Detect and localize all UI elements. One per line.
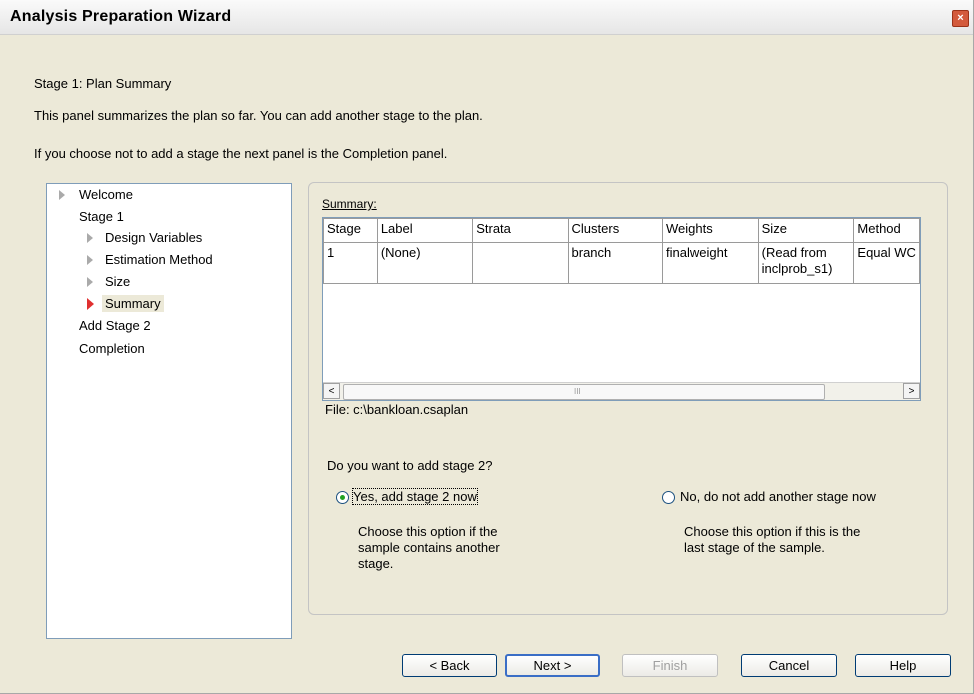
table-cell[interactable]: Equal WC — [853, 242, 920, 284]
table-cell[interactable]: (Read from inclprob_s1) — [757, 242, 855, 284]
nav-item-completion[interactable]: Completion — [79, 341, 145, 356]
nav-item-estimation-method[interactable]: Estimation Method — [105, 252, 213, 267]
nav-item-design-variables[interactable]: Design Variables — [105, 230, 202, 245]
back-button[interactable]: < Back — [402, 654, 497, 677]
add-stage-question: Do you want to add stage 2? — [327, 458, 493, 473]
table-row[interactable]: 1 (None) branch finalweight (Read from i… — [323, 242, 920, 284]
current-step-icon — [87, 298, 94, 310]
table-cell[interactable] — [472, 242, 569, 284]
cancel-button[interactable]: Cancel — [741, 654, 837, 677]
panel-note: If you choose not to add a stage the nex… — [34, 146, 448, 161]
column-header[interactable]: Size — [757, 218, 855, 243]
scroll-grip-icon: III — [574, 387, 581, 396]
column-header[interactable]: Label — [376, 218, 474, 243]
table-cell[interactable]: branch — [567, 242, 664, 284]
column-header[interactable]: Stage — [323, 218, 378, 243]
wizard-nav-tree: Welcome Stage 1 Design Variables Estimat… — [46, 183, 292, 639]
scroll-left-icon[interactable]: < — [323, 383, 340, 399]
column-header[interactable]: Clusters — [567, 218, 664, 243]
column-header[interactable]: Method — [853, 218, 920, 243]
table-header-row: Stage Label Strata Clusters Weights Size… — [323, 218, 920, 243]
yes-option-description: Choose this option if the sample contain… — [358, 524, 500, 571]
nav-item-summary[interactable]: Summary — [102, 295, 164, 312]
no-option-description: Choose this option if this is the last s… — [684, 524, 861, 555]
nav-item-stage-1[interactable]: Stage 1 — [79, 209, 124, 224]
next-button[interactable]: Next > — [505, 654, 600, 677]
yes-option-label[interactable]: Yes, add stage 2 now — [352, 488, 478, 505]
nav-item-welcome[interactable]: Welcome — [79, 187, 133, 202]
summary-label-text: Summary: — [322, 197, 377, 211]
nav-item-size[interactable]: Size — [105, 274, 130, 289]
finish-button[interactable]: Finish — [622, 654, 718, 677]
stage-title: Stage 1: Plan Summary — [34, 76, 172, 91]
title-bar[interactable]: Analysis Preparation Wizard × — [0, 0, 973, 35]
summary-table[interactable]: Stage Label Strata Clusters Weights Size… — [322, 217, 921, 401]
panel-description: This panel summarizes the plan so far. Y… — [34, 108, 483, 123]
horizontal-scrollbar[interactable]: < III > — [323, 382, 920, 400]
table-cell[interactable]: finalweight — [662, 242, 759, 284]
nav-item-add-stage-2[interactable]: Add Stage 2 — [79, 318, 151, 333]
triangle-right-icon — [87, 255, 93, 265]
triangle-right-icon — [87, 233, 93, 243]
yes-radio[interactable] — [336, 491, 349, 504]
scroll-right-icon[interactable]: > — [903, 383, 920, 399]
triangle-right-icon — [59, 190, 65, 200]
table-cell[interactable]: 1 — [323, 242, 378, 284]
table-cell[interactable]: (None) — [376, 242, 474, 284]
close-icon[interactable]: × — [952, 10, 969, 27]
plan-file-path: File: c:\bankloan.csaplan — [325, 402, 469, 417]
column-header[interactable]: Strata — [472, 218, 569, 243]
scroll-thumb[interactable]: III — [343, 384, 825, 400]
help-button[interactable]: Help — [855, 654, 951, 677]
no-option-label[interactable]: No, do not add another stage now — [680, 489, 876, 504]
triangle-right-icon — [87, 277, 93, 287]
window-title: Analysis Preparation Wizard — [10, 8, 232, 25]
wizard-window: Analysis Preparation Wizard × Stage 1: P… — [0, 0, 974, 694]
summary-label: Summary: — [322, 197, 377, 211]
no-radio[interactable] — [662, 491, 675, 504]
summary-table-grid: Stage Label Strata Clusters Weights Size… — [323, 218, 920, 284]
column-header[interactable]: Weights — [662, 218, 759, 243]
